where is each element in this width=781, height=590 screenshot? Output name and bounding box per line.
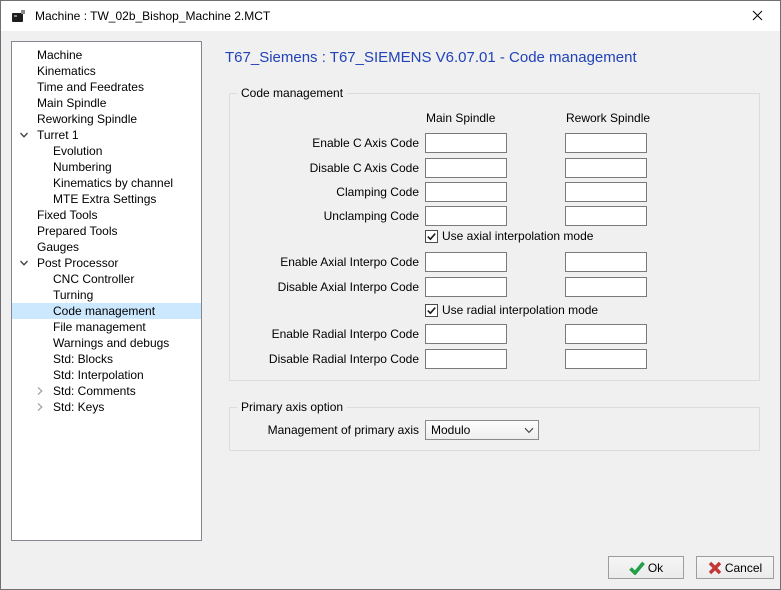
disable-radial-interpo-code-rework-input[interactable] — [565, 349, 647, 369]
clamping-code-main-input[interactable] — [425, 182, 507, 202]
sidebar-item-machine[interactable]: Machine — [12, 47, 201, 63]
management-of-primary-axis-label: Management of primary axis — [230, 420, 419, 440]
clamping-code-rework-input[interactable] — [565, 182, 647, 202]
settings-tree: Machine Kinematics Time and Feedrates Ma… — [11, 41, 202, 541]
enable-axial-interpo-code-label: Enable Axial Interpo Code — [230, 252, 419, 272]
code-management-group: Code management Main Spindle Rework Spin… — [229, 93, 760, 381]
enable-c-axis-code-main-input[interactable] — [425, 133, 507, 153]
chevron-right-icon[interactable] — [35, 399, 53, 415]
enable-radial-interpo-code-main-input[interactable] — [425, 324, 507, 344]
group-title: Code management — [237, 86, 347, 100]
machine-settings-dialog: Machine : TW_02b_Bishop_Machine 2.MCT Ma… — [0, 0, 781, 590]
sidebar-item-mte-extra-settings[interactable]: MTE Extra Settings — [12, 191, 201, 207]
enable-c-axis-code-label: Enable C Axis Code — [230, 133, 419, 153]
chevron-down-icon — [520, 427, 538, 434]
disable-axial-interpo-code-label: Disable Axial Interpo Code — [230, 277, 419, 297]
unclamping-code-label: Unclamping Code — [230, 206, 419, 226]
sidebar-item-prepared-tools[interactable]: Prepared Tools — [12, 223, 201, 239]
sidebar-item-turret-1[interactable]: Turret 1 — [12, 127, 201, 143]
sidebar-item-post-processor[interactable]: Post Processor — [12, 255, 201, 271]
column-header-main-spindle: Main Spindle — [426, 110, 495, 126]
disable-radial-interpo-code-label: Disable Radial Interpo Code — [230, 349, 419, 369]
sidebar-item-cnc-controller[interactable]: CNC Controller — [12, 271, 201, 287]
sidebar-item-fixed-tools[interactable]: Fixed Tools — [12, 207, 201, 223]
cancel-button[interactable]: Cancel — [696, 556, 774, 579]
chevron-right-icon[interactable] — [35, 383, 53, 399]
disable-c-axis-code-label: Disable C Axis Code — [230, 158, 419, 178]
sidebar-item-turning[interactable]: Turning — [12, 287, 201, 303]
disable-axial-interpo-code-rework-input[interactable] — [565, 277, 647, 297]
enable-axial-interpo-code-rework-input[interactable] — [565, 252, 647, 272]
window-title: Machine : TW_02b_Bishop_Machine 2.MCT — [35, 9, 270, 23]
checkbox-checked-icon — [425, 304, 438, 317]
clamping-code-label: Clamping Code — [230, 182, 419, 202]
primary-axis-option-group: Primary axis option Management of primar… — [229, 407, 760, 451]
check-icon — [629, 561, 645, 575]
radial-interpolation-checkbox[interactable]: Use radial interpolation mode — [425, 303, 598, 317]
sidebar-item-std-comments[interactable]: Std: Comments — [12, 383, 201, 399]
close-icon — [752, 10, 763, 21]
chevron-down-icon[interactable] — [19, 127, 37, 143]
machine-icon — [10, 8, 27, 25]
axial-interpolation-checkbox[interactable]: Use axial interpolation mode — [425, 229, 593, 243]
selected-option: Modulo — [426, 423, 520, 437]
sidebar-item-std-keys[interactable]: Std: Keys — [12, 399, 201, 415]
primary-axis-select[interactable]: Modulo — [425, 420, 539, 440]
disable-radial-interpo-code-main-input[interactable] — [425, 349, 507, 369]
titlebar: Machine : TW_02b_Bishop_Machine 2.MCT — [1, 1, 780, 31]
sidebar-item-main-spindle[interactable]: Main Spindle — [12, 95, 201, 111]
checkbox-checked-icon — [425, 230, 438, 243]
cross-icon — [708, 561, 722, 575]
disable-axial-interpo-code-main-input[interactable] — [425, 277, 507, 297]
sidebar-item-evolution[interactable]: Evolution — [12, 143, 201, 159]
sidebar-item-reworking-spindle[interactable]: Reworking Spindle — [12, 111, 201, 127]
disable-c-axis-code-rework-input[interactable] — [565, 158, 647, 178]
disable-c-axis-code-main-input[interactable] — [425, 158, 507, 178]
enable-radial-interpo-code-rework-input[interactable] — [565, 324, 647, 344]
unclamping-code-rework-input[interactable] — [565, 206, 647, 226]
unclamping-code-main-input[interactable] — [425, 206, 507, 226]
sidebar-item-kinematics[interactable]: Kinematics — [12, 63, 201, 79]
close-button[interactable] — [735, 1, 780, 30]
sidebar-item-numbering[interactable]: Numbering — [12, 159, 201, 175]
ok-button[interactable]: Ok — [608, 556, 684, 579]
chevron-down-icon[interactable] — [19, 255, 37, 271]
enable-c-axis-code-rework-input[interactable] — [565, 133, 647, 153]
sidebar-item-file-management[interactable]: File management — [12, 319, 201, 335]
sidebar-item-time-and-feedrates[interactable]: Time and Feedrates — [12, 79, 201, 95]
page-title: T67_Siemens : T67_SIEMENS V6.07.01 - Cod… — [225, 49, 637, 66]
sidebar-item-std-blocks[interactable]: Std: Blocks — [12, 351, 201, 367]
sidebar-item-std-interpolation[interactable]: Std: Interpolation — [12, 367, 201, 383]
enable-radial-interpo-code-label: Enable Radial Interpo Code — [230, 324, 419, 344]
sidebar-item-kinematics-by-channel[interactable]: Kinematics by channel — [12, 175, 201, 191]
enable-axial-interpo-code-main-input[interactable] — [425, 252, 507, 272]
sidebar-item-gauges[interactable]: Gauges — [12, 239, 201, 255]
sidebar-item-warnings-and-debugs[interactable]: Warnings and debugs — [12, 335, 201, 351]
group-title: Primary axis option — [237, 400, 347, 414]
column-header-rework-spindle: Rework Spindle — [566, 110, 650, 126]
sidebar-item-code-management[interactable]: Code management — [12, 303, 201, 319]
